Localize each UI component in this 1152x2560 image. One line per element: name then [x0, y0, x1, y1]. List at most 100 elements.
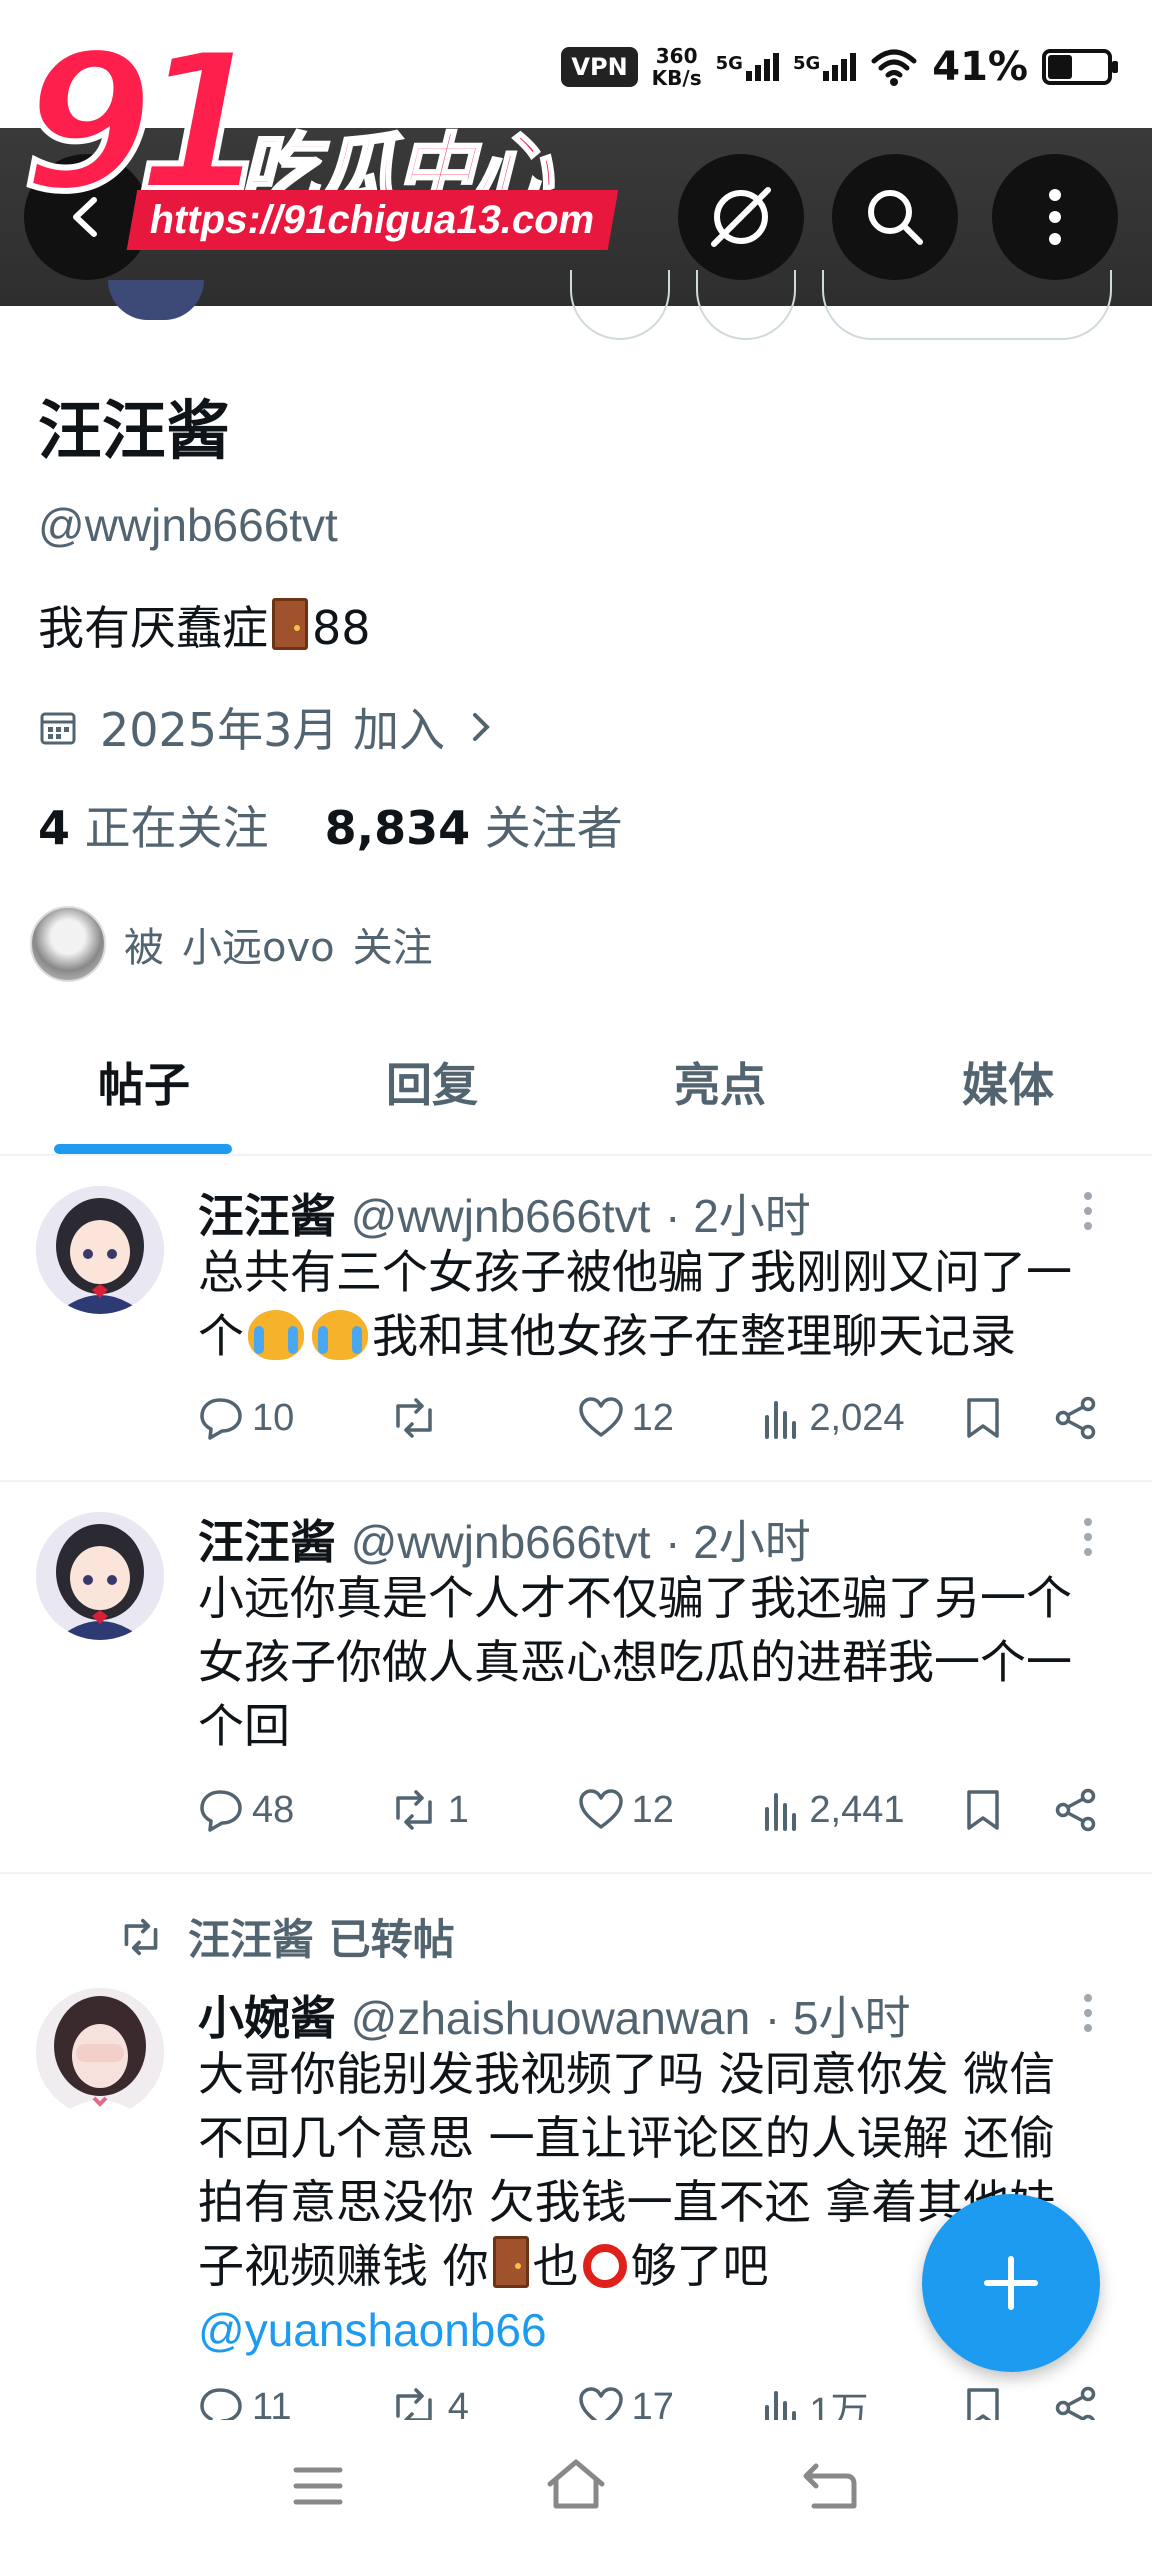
heart-icon: [578, 2386, 623, 2420]
more-vertical-icon: [1049, 189, 1061, 245]
post-text: 总共有三个女孩子被他骗了我刚刚又问了一 个我和其他女孩子在整理聊天记录: [198, 1245, 1072, 1363]
notify-button[interactable]: [696, 270, 796, 340]
post-more-icon[interactable]: [1084, 1192, 1094, 1230]
profile-handle: @wwjnb666tvt: [38, 499, 338, 551]
post-author-name[interactable]: 汪汪酱: [198, 1189, 336, 1243]
bookmark-button[interactable]: [965, 1788, 1054, 1832]
tab-replies[interactable]: 回复: [288, 1030, 576, 1154]
profile-bio: 我有厌蠢症 88: [38, 592, 371, 658]
tab-posts[interactable]: 帖子: [0, 1030, 288, 1154]
views-chart-icon: [765, 1401, 797, 1439]
post-avatar[interactable]: [36, 1186, 164, 1314]
views-button[interactable]: 2,024: [761, 1397, 965, 1440]
girl-photo-avatar: [36, 1988, 164, 2116]
system-nav-bar: [0, 2420, 1152, 2560]
repost-icon: [396, 2387, 432, 2420]
search-icon: [868, 190, 923, 245]
grok-button[interactable]: [678, 154, 804, 280]
home-icon[interactable]: [544, 2456, 608, 2512]
repost-icon: [396, 1790, 432, 1830]
active-tab-indicator: [54, 1144, 232, 1154]
grok-icon: [711, 187, 771, 247]
post-author-handle: @wwjnb666tvt: [350, 1516, 651, 1568]
message-button[interactable]: [570, 270, 670, 340]
post-divider: [0, 1480, 1152, 1482]
follow-button[interactable]: [822, 270, 1112, 340]
repost-icon: [396, 1398, 432, 1438]
share-icon: [1055, 1788, 1096, 1832]
views-chart-icon: [765, 2390, 797, 2420]
repost-icon: [124, 1918, 158, 1955]
plus-icon: [984, 2256, 1038, 2310]
repost-button[interactable]: 1: [388, 1788, 578, 1832]
post-author-handle: @zhaishuowanwan: [350, 1992, 751, 2044]
post-header: 汪汪酱 @wwjnb666tvt · 2小时: [198, 1180, 811, 1246]
post-more-icon[interactable]: [1084, 1518, 1094, 1556]
watermark-url: https://91chigua13.com: [126, 190, 618, 250]
share-button[interactable]: [1054, 2386, 1098, 2420]
like-button[interactable]: 12: [578, 1789, 762, 1832]
post-more-icon[interactable]: [1084, 1994, 1094, 2032]
chevron-right-icon: [472, 713, 490, 741]
following-stat[interactable]: 4 正在关注: [38, 792, 269, 858]
profile-name: 汪汪酱: [38, 395, 230, 469]
reply-button[interactable]: 48: [198, 1788, 388, 1832]
red-circle-emoji-icon: [582, 2244, 627, 2288]
post-divider: [0, 1872, 1152, 1874]
like-button[interactable]: 17: [578, 2386, 762, 2420]
post-author-name[interactable]: 小婉酱: [198, 1991, 336, 2045]
bookmark-icon: [967, 1790, 999, 1830]
joined-date[interactable]: 2025年3月 加入: [38, 694, 495, 760]
calendar-icon: [40, 712, 76, 745]
repost-button[interactable]: [388, 1396, 578, 1440]
post-author-handle: @wwjnb666tvt: [350, 1190, 651, 1242]
back-nav-icon[interactable]: [800, 2460, 860, 2512]
post-author-name[interactable]: 汪汪酱: [198, 1515, 336, 1569]
door-emoji-icon: [492, 2236, 529, 2288]
anime-girl-avatar: [36, 1186, 164, 1314]
crying-cat-emoji-icon: [248, 1310, 304, 1360]
followers-stat[interactable]: 8,834 关注者: [325, 792, 623, 858]
reply-button[interactable]: 10: [198, 1396, 388, 1440]
search-button[interactable]: [832, 154, 958, 280]
battery-icon: [1042, 49, 1118, 85]
views-button[interactable]: 1万: [761, 2380, 965, 2420]
repost-indicator[interactable]: 汪汪酱 已转帖: [116, 1906, 455, 1967]
reply-button[interactable]: 11: [198, 2386, 388, 2420]
door-emoji-icon: [272, 598, 308, 650]
followed-by[interactable]: 被 小远ovo 关注: [30, 906, 433, 982]
menu-icon[interactable]: [290, 2462, 346, 2510]
more-options-button[interactable]: [992, 154, 1118, 280]
bookmark-icon: [967, 1398, 999, 1438]
views-button[interactable]: 2,441: [761, 1789, 965, 1832]
bookmark-button[interactable]: [965, 1396, 1054, 1440]
post-time: · 5小时: [764, 1992, 911, 2044]
repost-button[interactable]: 4: [388, 2386, 578, 2420]
bookmark-button[interactable]: [965, 2386, 1054, 2420]
post-actions-clip: 11 4 17 1万: [0, 2376, 1152, 2420]
post-actions: 48 1 12 2,441: [198, 1788, 1098, 1832]
network-speed: 360 KB/s: [651, 44, 702, 90]
profile-tabs: 帖子 回复 亮点 媒体: [0, 1030, 1152, 1156]
reply-icon: [200, 1398, 242, 1440]
post-text: 小远你真是个人才不仅骗了我还骗了另一个 女孩子你做人真恶心想吃瓜的进群我一个一 …: [198, 1571, 1072, 1753]
views-chart-icon: [765, 1793, 797, 1831]
post-actions: 11 4 17 1万: [198, 2380, 1098, 2420]
battery-percent: 41%: [932, 44, 1028, 90]
share-button[interactable]: [1054, 1788, 1098, 1832]
like-button[interactable]: 12: [578, 1397, 762, 1440]
compose-post-button[interactable]: [922, 2194, 1100, 2372]
reply-icon: [200, 1790, 242, 1832]
share-button[interactable]: [1054, 1396, 1098, 1440]
share-icon: [1055, 2386, 1096, 2420]
tab-media[interactable]: 媒体: [864, 1030, 1152, 1154]
post-time: · 2小时: [665, 1516, 811, 1568]
sim2-signal-icon: 5G: [793, 53, 857, 81]
tab-highlights[interactable]: 亮点: [576, 1030, 864, 1154]
status-indicators: VPN 360 KB/s 5G 5G 41%: [561, 44, 1118, 90]
post-avatar[interactable]: [36, 1988, 164, 2116]
follow-stats: 4 正在关注 8,834 关注者: [38, 792, 623, 858]
post-header: 小婉酱 @zhaishuowanwan · 5小时: [198, 1982, 911, 2048]
post-avatar[interactable]: [36, 1512, 164, 1640]
post-time: · 2小时: [665, 1190, 811, 1242]
